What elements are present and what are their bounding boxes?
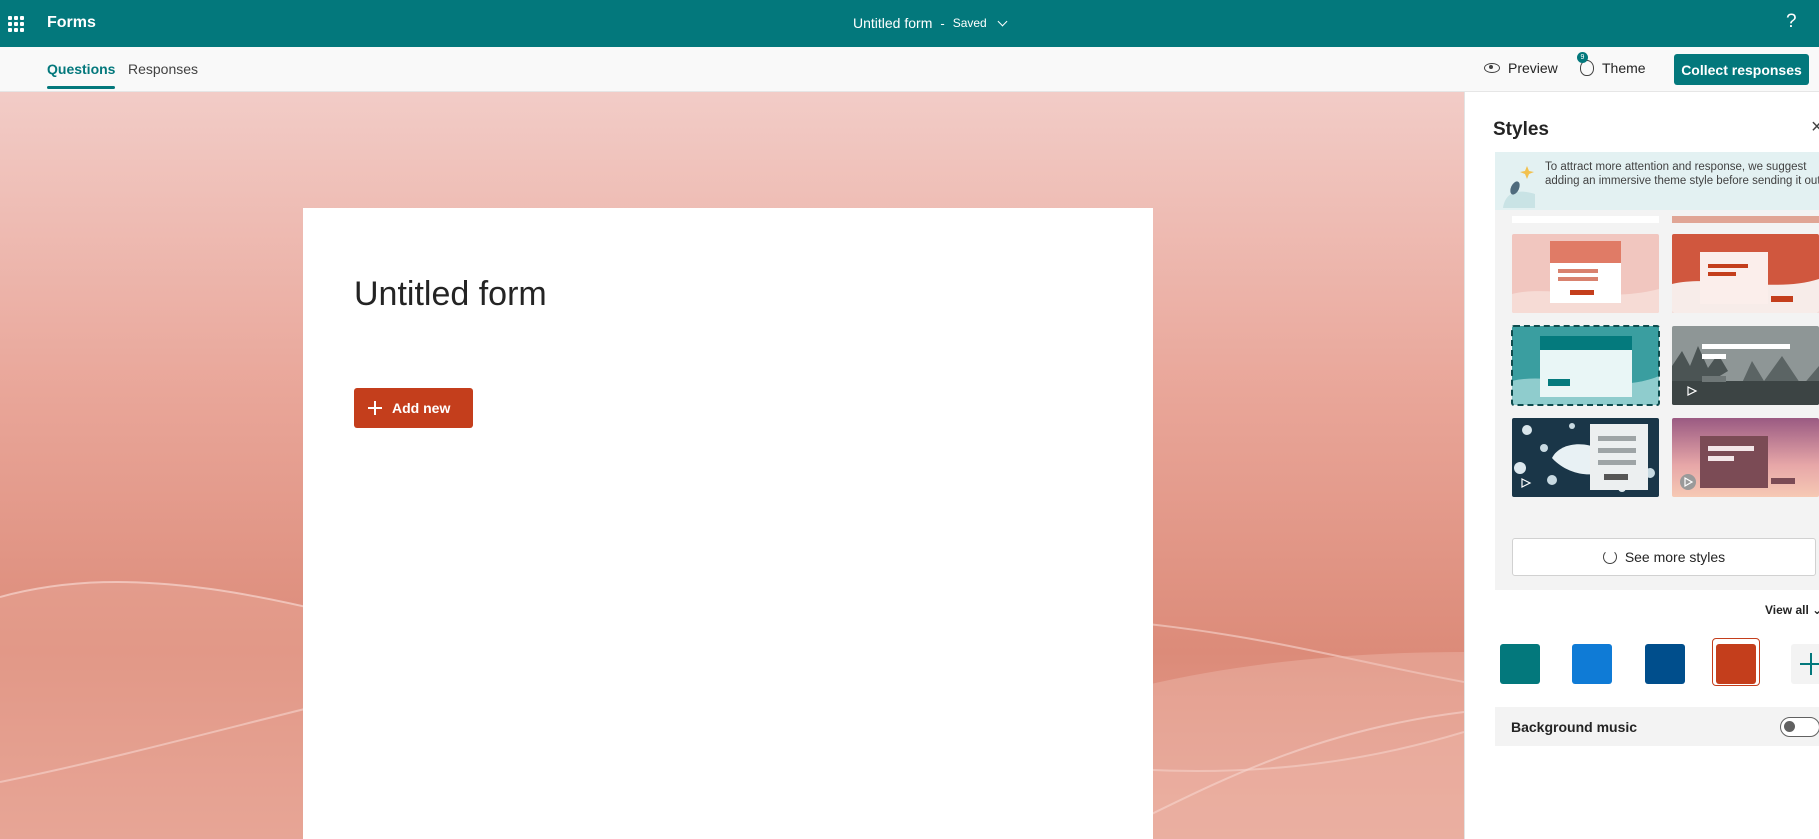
title-separator: - — [940, 15, 945, 31]
color-swatch-dark-blue[interactable] — [1645, 644, 1685, 684]
plus-icon — [368, 401, 382, 415]
preview-label: Preview — [1508, 60, 1558, 76]
tab-questions[interactable]: Questions — [47, 61, 116, 89]
refresh-icon — [1602, 550, 1617, 564]
form-title[interactable]: Untitled form — [354, 275, 547, 314]
collect-responses-button[interactable]: Collect responses — [1674, 54, 1809, 85]
help-icon[interactable]: ? — [1786, 11, 1797, 33]
background-music-label: Background music — [1511, 719, 1638, 735]
app-name[interactable]: Forms — [47, 14, 96, 32]
tip-banner: To attract more attention and response, … — [1495, 152, 1819, 210]
save-status: Saved — [952, 16, 987, 30]
gallery-scroll-edge — [1672, 216, 1819, 223]
chevron-down-icon — [997, 16, 1008, 26]
form-title-dropdown[interactable]: Untitled form - Saved — [853, 15, 1008, 31]
color-swatch-orange[interactable] — [1716, 644, 1756, 684]
theme-label: Theme — [1602, 60, 1646, 76]
palette-icon: 9 — [1577, 52, 1594, 76]
gallery-scroll-edge — [1512, 216, 1659, 223]
app-launcher-icon[interactable] — [8, 16, 24, 32]
preview-button[interactable]: Preview — [1484, 60, 1558, 76]
form-canvas: Untitled form Add new — [0, 92, 1464, 839]
styles-panel: Styles × To attract more attention and r… — [1464, 92, 1819, 839]
see-more-styles-button[interactable]: See more styles — [1512, 538, 1816, 576]
style-thumbnail-pink-waves[interactable] — [1512, 234, 1659, 313]
theme-badge: 9 — [1577, 52, 1588, 63]
top-bar: Forms Untitled form - Saved ? — [0, 0, 1819, 47]
add-new-label: Add new — [392, 400, 451, 416]
tab-responses[interactable]: Responses — [128, 61, 198, 77]
add-new-button[interactable]: Add new — [354, 388, 473, 428]
style-thumbnail-misty-forest[interactable] — [1672, 326, 1819, 405]
panel-title: Styles — [1493, 119, 1549, 140]
view-all-label: View all — [1765, 603, 1809, 617]
command-bar: Questions Responses Preview 9 Theme Coll… — [0, 47, 1819, 92]
add-color-icon[interactable] — [1791, 644, 1819, 684]
rocket-icon — [1503, 166, 1535, 208]
background-music-toggle[interactable] — [1780, 717, 1819, 737]
color-swatch-blue[interactable] — [1572, 644, 1612, 684]
see-more-label: See more styles — [1624, 549, 1726, 565]
close-icon[interactable]: × — [1811, 116, 1819, 139]
background-music-row: Background music — [1495, 707, 1819, 746]
form-card: Untitled form Add new — [303, 208, 1153, 839]
eye-icon — [1484, 63, 1500, 73]
style-thumbnail-ice-floes[interactable] — [1512, 418, 1659, 497]
color-swatch-teal[interactable] — [1500, 644, 1540, 684]
theme-button[interactable]: 9 Theme — [1577, 52, 1646, 76]
tip-text: To attract more attention and response, … — [1545, 161, 1819, 187]
style-thumbnail-purple-sunset[interactable] — [1672, 418, 1819, 497]
view-all-link[interactable]: View all ⌄ — [1765, 603, 1819, 617]
style-thumbnail-teal-waves[interactable] — [1511, 325, 1660, 406]
styles-gallery: To attract more attention and response, … — [1495, 152, 1819, 590]
style-thumbnail-red-waves[interactable] — [1672, 234, 1819, 313]
header-form-title: Untitled form — [853, 15, 933, 31]
